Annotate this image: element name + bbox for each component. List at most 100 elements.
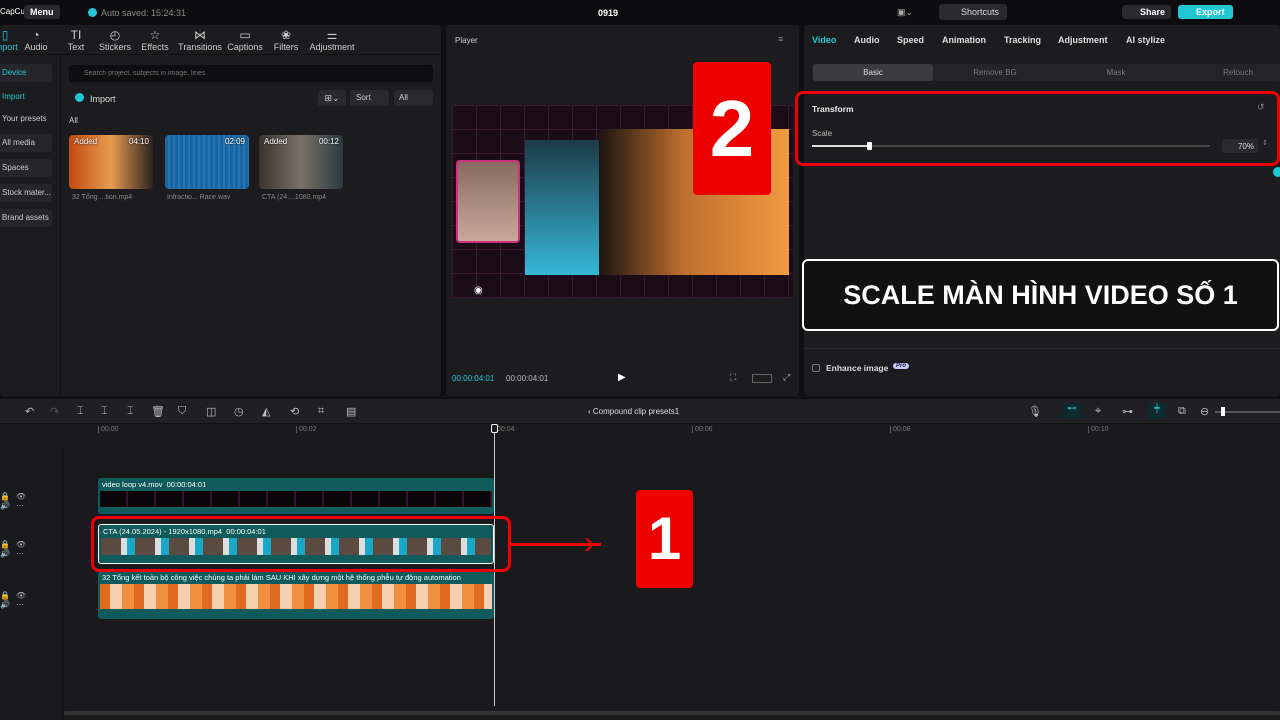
search-input[interactable] xyxy=(69,65,433,82)
tab-adjustment[interactable]: Adjustment xyxy=(1058,35,1108,45)
split-right-icon[interactable]: ⌶ xyxy=(127,405,134,418)
breadcrumb[interactable]: ‹ Compound clip presets1 xyxy=(588,407,679,416)
sort-button[interactable]: Sort xyxy=(350,90,389,106)
ruler-tick: 00:08 xyxy=(890,426,911,433)
subtab-mask[interactable]: Mask xyxy=(1056,68,1176,77)
link-icon[interactable]: ⊶ xyxy=(1122,405,1133,418)
media-item-name: CTA (24....1080.mp4 xyxy=(262,194,327,201)
ratio-button[interactable] xyxy=(752,374,772,383)
time-ruler[interactable]: 00:00 00:02 00:04 00:06 00:08 00:10 xyxy=(98,424,1280,438)
sidebar-item-all-media[interactable]: All media xyxy=(0,134,52,152)
sticker-icon: ◴ xyxy=(109,28,121,42)
zoom-slider[interactable] xyxy=(1215,407,1280,416)
ruler-tick: 00:06 xyxy=(692,426,713,433)
import-button[interactable]: Import xyxy=(90,94,116,104)
media-item[interactable]: 02:09 xyxy=(165,135,249,189)
import-plus-icon xyxy=(75,93,84,102)
subtab-basic[interactable]: Basic xyxy=(813,64,933,81)
toolbar-filters[interactable]: ❀ Filters xyxy=(265,28,307,52)
current-time: 00:00:04:01 xyxy=(452,374,495,383)
track-controls[interactable]: 🔒👁🔊⋯ xyxy=(0,591,60,609)
sidebar-item-brand[interactable]: Brand assets xyxy=(0,209,52,227)
subtab-retouch[interactable]: Retouch xyxy=(1178,68,1280,77)
thumbnail-icon[interactable]: ⧉ xyxy=(1178,405,1186,418)
magnet-icon[interactable]: ⊷ xyxy=(1063,403,1081,419)
audio-icon: ◔ xyxy=(32,28,40,42)
autosave-status: Auto saved: 15:24:31 xyxy=(101,8,187,18)
toolbar-transitions[interactable]: ⋈ Transitions xyxy=(178,28,222,52)
menu-button[interactable]: Menu xyxy=(24,5,60,19)
keyframe-dot[interactable] xyxy=(1273,167,1280,177)
rotate-handle-icon[interactable]: ◉ xyxy=(474,285,483,296)
captions-icon: ▭ xyxy=(239,28,251,42)
filter-button[interactable]: All xyxy=(394,90,433,106)
view-toggle[interactable]: ⊞⌄ xyxy=(318,90,346,106)
transitions-icon: ⋈ xyxy=(194,28,206,42)
split-icon[interactable]: ⌶ xyxy=(77,405,84,418)
annotation-box-1 xyxy=(91,516,511,572)
crop-icon[interactable]: ⌗ xyxy=(318,405,324,418)
freeze-icon[interactable]: ◫ xyxy=(206,405,216,418)
enhance-checkbox[interactable] xyxy=(812,364,820,372)
delete-icon[interactable]: 🗑 xyxy=(151,405,165,418)
tab-speed[interactable]: Speed xyxy=(897,35,924,45)
tab-tracking[interactable]: Tracking xyxy=(1004,35,1041,45)
enhance-label: Enhance image xyxy=(826,363,889,373)
auto-caption-icon[interactable]: ▤ xyxy=(346,405,356,418)
speed-icon[interactable]: ◷ xyxy=(234,405,244,418)
timeline-scrollbar[interactable] xyxy=(64,711,1280,715)
annotation-caption: SCALE MÀN HÌNH VIDEO SỐ 1 xyxy=(802,259,1279,331)
share-button[interactable]: Share xyxy=(1122,5,1172,19)
toolbar-captions[interactable]: ▭ Captions xyxy=(224,28,266,52)
breadcrumb-label: Compound clip presets1 xyxy=(592,407,680,416)
mirror-icon[interactable]: ◭ xyxy=(262,405,270,418)
sidebar-item-spaces[interactable]: Spaces xyxy=(0,159,52,177)
layout-icon[interactable]: ▣⌄ xyxy=(897,7,913,18)
play-button[interactable]: ▶ xyxy=(618,372,626,383)
linkage-icon[interactable]: ⌖ xyxy=(1095,405,1101,418)
fullscreen-icon[interactable]: ⤢ xyxy=(783,372,790,383)
track-controls[interactable]: 🔒👁🔊⋯ xyxy=(0,492,60,510)
sidebar-item-device[interactable]: Device xyxy=(0,64,52,82)
pro-badge: Pro xyxy=(893,363,910,369)
ruler-tick: 00:00 xyxy=(98,426,119,433)
tab-animation[interactable]: Animation xyxy=(942,35,986,45)
track-controls[interactable]: 🔒👁🔊⋯ xyxy=(0,540,60,558)
toolbar-effects[interactable]: ☆ Effects xyxy=(134,28,176,52)
player-menu-icon[interactable]: ≡ xyxy=(778,34,783,44)
check-icon xyxy=(88,8,97,17)
adjustment-icon: ⚌ xyxy=(326,28,338,42)
sidebar-item-presets[interactable]: Your presets xyxy=(0,110,52,128)
sidebar-item-stock[interactable]: Stock mater... xyxy=(0,184,52,202)
tab-ai-stylize[interactable]: AI stylize xyxy=(1126,35,1165,45)
media-item[interactable]: Added 00:12 xyxy=(259,135,343,189)
media-item-name: 32 Tổng ...tion.mp4 xyxy=(72,194,133,201)
tab-audio[interactable]: Audio xyxy=(854,35,880,45)
zoom-out-icon[interactable]: ⊖ xyxy=(1200,405,1209,418)
subtab-remove-bg[interactable]: Remove BG xyxy=(935,68,1055,77)
toolbar-text[interactable]: TI Text xyxy=(55,28,97,52)
export-button[interactable]: Export xyxy=(1178,5,1233,19)
toolbar-adjustment[interactable]: ⚌ Adjustment xyxy=(308,28,356,52)
media-item[interactable]: Added 04:10 xyxy=(69,135,153,189)
rotate-icon[interactable]: ⟲ xyxy=(290,405,299,418)
sidebar-item-import[interactable]: Import xyxy=(0,88,52,106)
shortcuts-button[interactable]: Shortcuts xyxy=(939,4,1008,20)
undo-icon[interactable]: ↶ xyxy=(25,405,34,418)
redo-icon[interactable]: ↷ xyxy=(50,405,59,418)
section-label: All xyxy=(69,116,78,125)
player-title: Player xyxy=(455,36,478,45)
arrow-head-icon: › xyxy=(584,524,595,560)
toolbar-audio[interactable]: ◔ Audio xyxy=(15,28,57,52)
split-left-icon[interactable]: ⌶ xyxy=(101,405,108,418)
timeline-clip[interactable]: video loop v4.mov 00:00:04:01 xyxy=(98,478,494,514)
top-bar: CapCut Menu Auto saved: 15:24:31 0919 ▣⌄… xyxy=(0,0,1280,25)
fit-icon[interactable]: ⛶ xyxy=(730,372,736,383)
tab-video[interactable]: Video xyxy=(812,35,836,45)
annotation-box-2 xyxy=(795,91,1280,166)
marker-icon[interactable]: ⛉ xyxy=(178,405,186,418)
toolbar-stickers[interactable]: ◴ Stickers xyxy=(94,28,136,52)
timeline-clip[interactable]: 32 Tổng kết toàn bộ công việc chúng ta p… xyxy=(98,571,494,619)
preview-axis-icon[interactable]: ┿ xyxy=(1148,403,1166,419)
microphone-icon[interactable]: 🎙 xyxy=(1028,405,1042,418)
